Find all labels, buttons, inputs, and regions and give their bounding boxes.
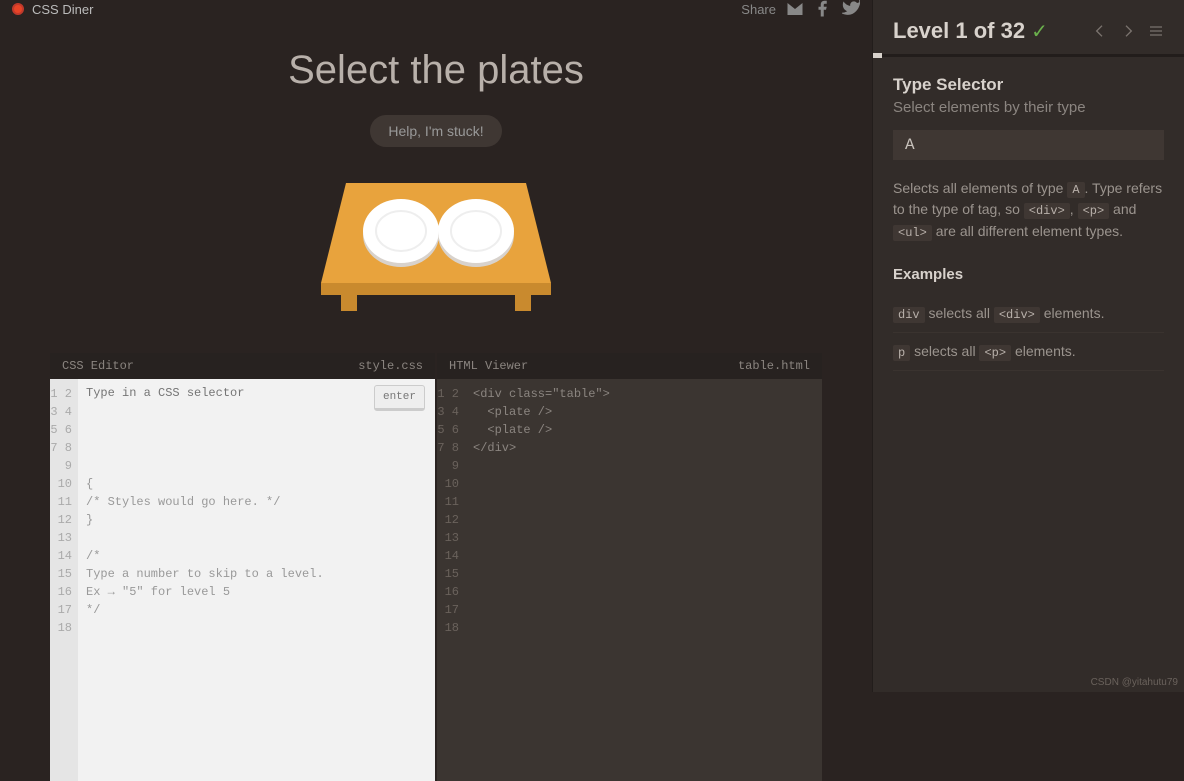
email-icon[interactable] xyxy=(786,0,804,18)
level-title: Select the plates xyxy=(0,48,872,93)
prev-level-icon[interactable] xyxy=(1092,23,1108,39)
app-name: CSS Diner xyxy=(32,2,93,17)
css-code[interactable]: enter { /* Styles would go here. */ } /*… xyxy=(78,379,435,781)
logo-icon xyxy=(12,3,24,15)
examples-header: Examples xyxy=(893,266,1164,283)
level-indicator: Level 1 of 32 xyxy=(893,18,1025,44)
selector-name: Type Selector xyxy=(893,75,1164,95)
help-button[interactable]: Help, I'm stuck! xyxy=(370,115,501,147)
example-row: p selects all <p> elements. xyxy=(893,333,1164,371)
examples-list: div selects all <div> elements.p selects… xyxy=(893,295,1164,371)
progress-bar xyxy=(873,54,1184,57)
html-viewer-title: HTML Viewer xyxy=(449,359,528,373)
selector-sub: Select elements by their type xyxy=(893,99,1164,116)
top-bar: CSS Diner Share xyxy=(0,0,872,18)
css-editor-pane: CSS Editor style.css 1 2 3 4 5 6 7 8 9 1… xyxy=(50,353,435,781)
css-filename: style.css xyxy=(358,359,423,373)
facebook-icon[interactable] xyxy=(814,0,832,18)
twitter-icon[interactable] xyxy=(842,0,860,18)
css-gutter: 1 2 3 4 5 6 7 8 9 10 11 12 13 14 15 16 1… xyxy=(50,379,78,781)
example-row: div selects all <div> elements. xyxy=(893,295,1164,333)
selector-syntax: A xyxy=(893,130,1164,160)
menu-icon[interactable] xyxy=(1148,23,1164,39)
next-level-icon[interactable] xyxy=(1120,23,1136,39)
game-area: Select the plates Help, I'm stuck! xyxy=(0,18,872,323)
html-viewer-pane: HTML Viewer table.html 1 2 3 4 5 6 7 8 9… xyxy=(437,353,822,781)
css-editor-title: CSS Editor xyxy=(62,359,134,373)
editors: CSS Editor style.css 1 2 3 4 5 6 7 8 9 1… xyxy=(50,353,822,781)
check-icon: ✓ xyxy=(1031,19,1048,44)
html-filename: table.html xyxy=(738,359,810,373)
enter-button[interactable]: enter xyxy=(374,385,425,411)
selector-description: Selects all elements of type A. Type ref… xyxy=(893,178,1164,242)
sidebar: Level 1 of 32 ✓ Type Selector Select ele… xyxy=(872,0,1184,692)
html-gutter: 1 2 3 4 5 6 7 8 9 10 11 12 13 14 15 16 1… xyxy=(437,379,465,781)
html-code: <div class="table"> <plate /> <plate /> … xyxy=(465,379,822,781)
css-input[interactable] xyxy=(86,385,366,401)
share-label: Share xyxy=(741,2,776,17)
table-visual xyxy=(0,173,872,323)
watermark: CSDN @yitahutu79 xyxy=(1091,677,1178,688)
